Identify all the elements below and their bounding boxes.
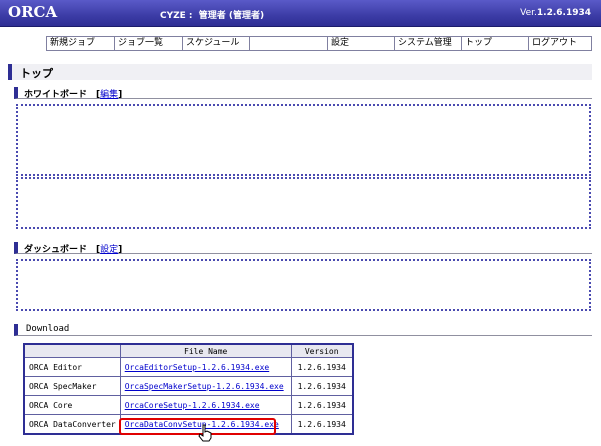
whiteboard-edit-link[interactable]: 編集 xyxy=(100,90,118,100)
menu-item-7[interactable]: ログアウト xyxy=(529,37,591,50)
column-header-name xyxy=(23,343,121,358)
menu-item-0[interactable]: 新規ジョブ xyxy=(47,37,115,50)
product-version: 1.2.6.1934 xyxy=(290,357,354,377)
whiteboard-label: ホワイトボード xyxy=(24,90,88,100)
table-row: ORCA Core OrcaCoreSetup-1.2.6.1934.exe 1… xyxy=(23,395,354,415)
product-version: 1.2.6.1934 xyxy=(290,395,354,415)
dashboard-settings-link[interactable]: 設定 xyxy=(100,245,118,255)
app-header: ORCA CYZE : 管理者 (管理者) Ver.1.2.6.1934 xyxy=(0,0,601,27)
whiteboard-area-bottom[interactable] xyxy=(16,177,591,229)
app-logo[interactable]: ORCA xyxy=(8,3,57,21)
menu-item-3[interactable] xyxy=(250,37,328,50)
download-title: Download xyxy=(26,324,70,334)
whiteboard-header: ホワイトボード [編集] xyxy=(14,87,592,100)
table-row: ORCA Editor OrcaEditorSetup-1.2.6.1934.e… xyxy=(23,357,354,377)
table-row: ORCA SpecMaker OrcaSpecMakerSetup-1.2.6.… xyxy=(23,376,354,396)
product-version: 1.2.6.1934 xyxy=(290,376,354,396)
page-title: トップ xyxy=(20,67,53,80)
menu-item-6[interactable]: トップ xyxy=(462,37,529,50)
current-user: CYZE : 管理者 (管理者) xyxy=(160,11,265,21)
dashboard-title: ダッシュボード [設定] xyxy=(24,245,123,255)
column-header-version: Version xyxy=(290,343,354,358)
download-header: Download xyxy=(14,324,592,336)
version-label: Ver.1.2.6.1934 xyxy=(520,8,591,18)
download-link[interactable]: OrcaCoreSetup-1.2.6.1934.exe xyxy=(119,395,292,415)
menu-item-4[interactable]: 設定 xyxy=(328,37,395,50)
menu-item-2[interactable]: スケジュール xyxy=(183,37,250,50)
version-number: 1.2.6.1934 xyxy=(536,8,591,18)
version-prefix: Ver. xyxy=(520,8,537,18)
main-menu: 新規ジョブ ジョブ一覧 スケジュール 設定 システム管理 トップ ログアウト xyxy=(46,36,592,51)
hand-cursor-icon xyxy=(198,424,212,445)
product-version: 1.2.6.1934 xyxy=(290,414,354,435)
product-name: ORCA Editor xyxy=(23,357,121,377)
column-header-file: File Name xyxy=(119,343,292,358)
dashboard-header: ダッシュボード [設定] xyxy=(14,242,592,255)
page-title-bar: トップ xyxy=(8,64,592,80)
whiteboard-area-top[interactable] xyxy=(16,104,591,176)
product-name: ORCA DataConverter xyxy=(23,414,121,435)
download-link[interactable]: OrcaEditorSetup-1.2.6.1934.exe xyxy=(119,357,292,377)
product-name: ORCA SpecMaker xyxy=(23,376,121,396)
product-name: ORCA Core xyxy=(23,395,121,415)
dashboard-label: ダッシュボード xyxy=(24,245,88,255)
menu-item-5[interactable]: システム管理 xyxy=(395,37,462,50)
table-header-row: File Name Version xyxy=(23,343,354,358)
download-link[interactable]: OrcaSpecMakerSetup-1.2.6.1934.exe xyxy=(119,376,292,396)
menu-item-1[interactable]: ジョブ一覧 xyxy=(115,37,183,50)
whiteboard-title: ホワイトボード [編集] xyxy=(24,90,123,100)
dashboard-area[interactable] xyxy=(16,259,591,311)
